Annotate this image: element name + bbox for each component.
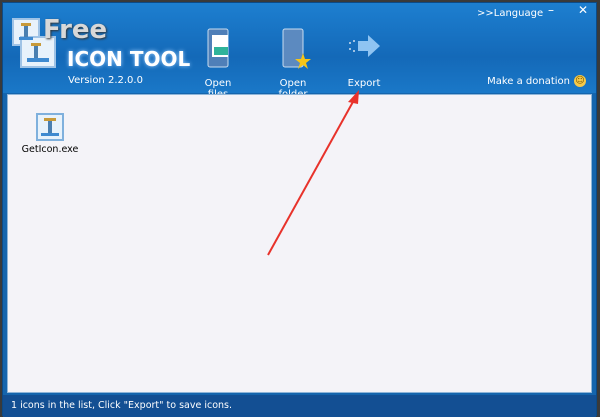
logo-free-text: Free [43,15,108,45]
export-label: Export [347,78,381,89]
list-item[interactable]: GetIcon.exe [20,113,80,155]
status-bar: 1 icons in the list, Click "Export" to s… [3,395,596,417]
logo-title-text: ICON TOOL [67,47,191,71]
open-folder-icon [282,28,311,69]
donate-label: Make a donation [487,75,570,87]
close-button[interactable]: ✕ [564,3,600,19]
header: Free ICON TOOL Version 2.2.0.0 Open file… [3,3,596,100]
exe-icon [36,113,64,141]
export-arrow-icon [349,35,380,57]
open-folder-button[interactable]: Open folder [265,25,321,100]
version-label: Version 2.2.0.0 [68,75,143,86]
open-files-icon [207,28,229,68]
smiley-icon: ☺ [574,75,586,87]
export-button[interactable]: Export [343,25,385,89]
app-window: Free ICON TOOL Version 2.2.0.0 Open file… [2,2,597,417]
list-item-name: GetIcon.exe [21,144,79,155]
open-files-button[interactable]: Open files [195,25,241,100]
donate-link[interactable]: Make a donation ☺ [487,75,586,87]
icon-list[interactable]: GetIcon.exe [7,94,592,393]
